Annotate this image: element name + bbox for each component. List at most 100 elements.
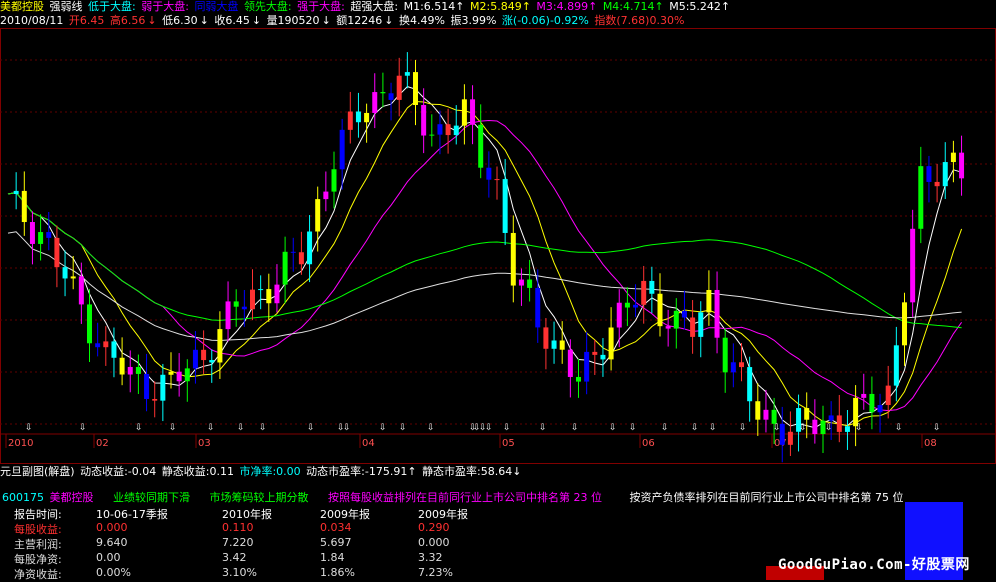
table-cell: 3.10%	[222, 566, 257, 579]
timeline-label: 03	[198, 438, 211, 449]
candle-body	[87, 304, 92, 344]
table-cell: 1.86%	[320, 566, 355, 579]
event-marker-icon: ⇩	[503, 423, 511, 433]
event-marker-icon: ⇩	[79, 423, 87, 433]
event-marker-icon: ⇩	[25, 423, 33, 433]
table-header-cell: 2010年报	[222, 508, 272, 521]
quote-high-arrow: ↓	[147, 14, 157, 27]
ma-m3: M3:4.899↑	[536, 0, 598, 13]
market-rate: 市净率:0.00	[239, 465, 301, 478]
candle-body	[380, 92, 386, 94]
candle-body	[649, 280, 655, 294]
candle-body	[119, 357, 125, 375]
table-header-cell: 报告时间:	[14, 508, 62, 521]
candle-body	[429, 134, 435, 136]
table-cell: 9.640	[96, 536, 128, 549]
event-marker-icon: ⇩	[379, 423, 387, 433]
candle-body	[21, 190, 27, 223]
ma-line-m4	[7, 191, 962, 329]
legend-stronger-market: 强于大盘:	[297, 0, 345, 13]
candle-body	[355, 111, 361, 123]
event-marker-icon: ⇩	[629, 423, 637, 433]
table-cell: 0.00%	[96, 566, 131, 579]
candle-body	[421, 105, 427, 136]
candle-body	[706, 289, 712, 313]
quote-low-arrow: ↓	[199, 14, 209, 27]
candle-body	[641, 280, 647, 305]
candle-body	[535, 287, 541, 328]
legend-below-market: 低于大盘:	[88, 0, 136, 13]
candle-body	[453, 125, 459, 136]
candle-body	[836, 415, 842, 432]
table-header-cell: 2009年报	[320, 508, 370, 521]
quote-amount: 额12246	[336, 14, 383, 27]
static-pe: 静态市盈率:58.64↓	[422, 465, 522, 478]
table-cell: 7.220	[222, 536, 254, 549]
event-marker-icon: ⇩	[773, 423, 781, 433]
ma-m2: M2:5.849↑	[470, 0, 531, 13]
candle-body	[885, 385, 891, 406]
candle-body	[217, 329, 223, 363]
candle-body	[942, 162, 948, 187]
candle-body	[869, 393, 875, 413]
table-cell: 0.000	[96, 521, 128, 534]
candle-body	[160, 374, 166, 401]
candle-body	[95, 343, 101, 348]
timeline-label: 05	[502, 438, 515, 449]
candle-body	[404, 72, 410, 76]
event-marker-icon: ⇩	[259, 423, 267, 433]
candle-body	[78, 276, 84, 305]
performance-text: 业绩较同期下滑	[113, 491, 190, 504]
candle-body	[144, 373, 150, 399]
candle-body	[698, 312, 704, 337]
candle-body	[282, 251, 288, 285]
quote-date: 2010/08/11	[0, 14, 64, 27]
legend-same-weak: 同弱大盘	[194, 0, 239, 13]
candle-body	[13, 190, 19, 194]
event-marker-icon: ⇩	[135, 423, 143, 433]
event-marker-icon: ⇩	[855, 423, 863, 433]
sub-title: 元旦副图(解盘)	[0, 465, 75, 478]
dynamic-pe: 动态市盈率:-175.91↑	[306, 465, 417, 478]
quote-change: 涨(-0.06)-0.92%	[501, 14, 589, 27]
timeline-label: 2010	[8, 438, 33, 449]
timeline-label: 06	[642, 438, 655, 449]
candle-body	[192, 349, 198, 369]
legend-lead-market: 领先大盘:	[243, 0, 292, 13]
candle-body	[722, 337, 728, 373]
candle-body	[46, 232, 52, 238]
candle-body	[38, 232, 44, 244]
eps-rank-text: 按照每股收益排列在目前同行业上市公司中排名第 23 位	[328, 491, 602, 504]
candle-body	[135, 366, 141, 374]
candle-body	[902, 302, 907, 346]
event-marker-icon: ⇩	[307, 423, 315, 433]
candle-body	[681, 310, 687, 318]
candle-body	[950, 152, 956, 163]
table-row-label: 每股净资:	[14, 553, 62, 566]
candle-body	[518, 279, 524, 286]
event-marker-icon: ⇩	[169, 423, 177, 433]
event-marker-icon: ⇩	[399, 423, 407, 433]
candle-body	[584, 351, 590, 382]
candle-body	[62, 267, 68, 279]
candle-body	[266, 289, 272, 304]
candle-body	[486, 167, 492, 180]
candle-body	[152, 398, 158, 401]
candle-body	[307, 231, 313, 265]
candle-body	[201, 349, 207, 361]
indicator-header: 美都控股 强弱线 低于大盘: 弱于大盘: 同弱大盘 领先大盘: 强于大盘: 超强…	[0, 0, 732, 14]
candle-body	[461, 99, 467, 126]
timeline-label: 04	[362, 438, 375, 449]
candle-body	[70, 276, 76, 279]
candle-body	[934, 181, 940, 187]
indicator-name: 强弱线	[49, 0, 83, 13]
table-cell: 0.00	[96, 551, 121, 564]
candle-body	[54, 237, 60, 268]
candle-body	[250, 289, 255, 310]
candle-body	[209, 360, 215, 363]
candle-body	[804, 408, 810, 420]
candle-body	[233, 301, 239, 307]
ma-m5: M5:5.242↑	[669, 0, 731, 13]
kline-chart[interactable]: 201002030405060708⇩⇩⇩⇩⇩⇩⇩⇩⇩⇩⇩⇩⇩⇩⇩⇩⇩⇩⇩⇩⇩⇩…	[0, 28, 996, 464]
ma-line-m1	[7, 86, 962, 429]
